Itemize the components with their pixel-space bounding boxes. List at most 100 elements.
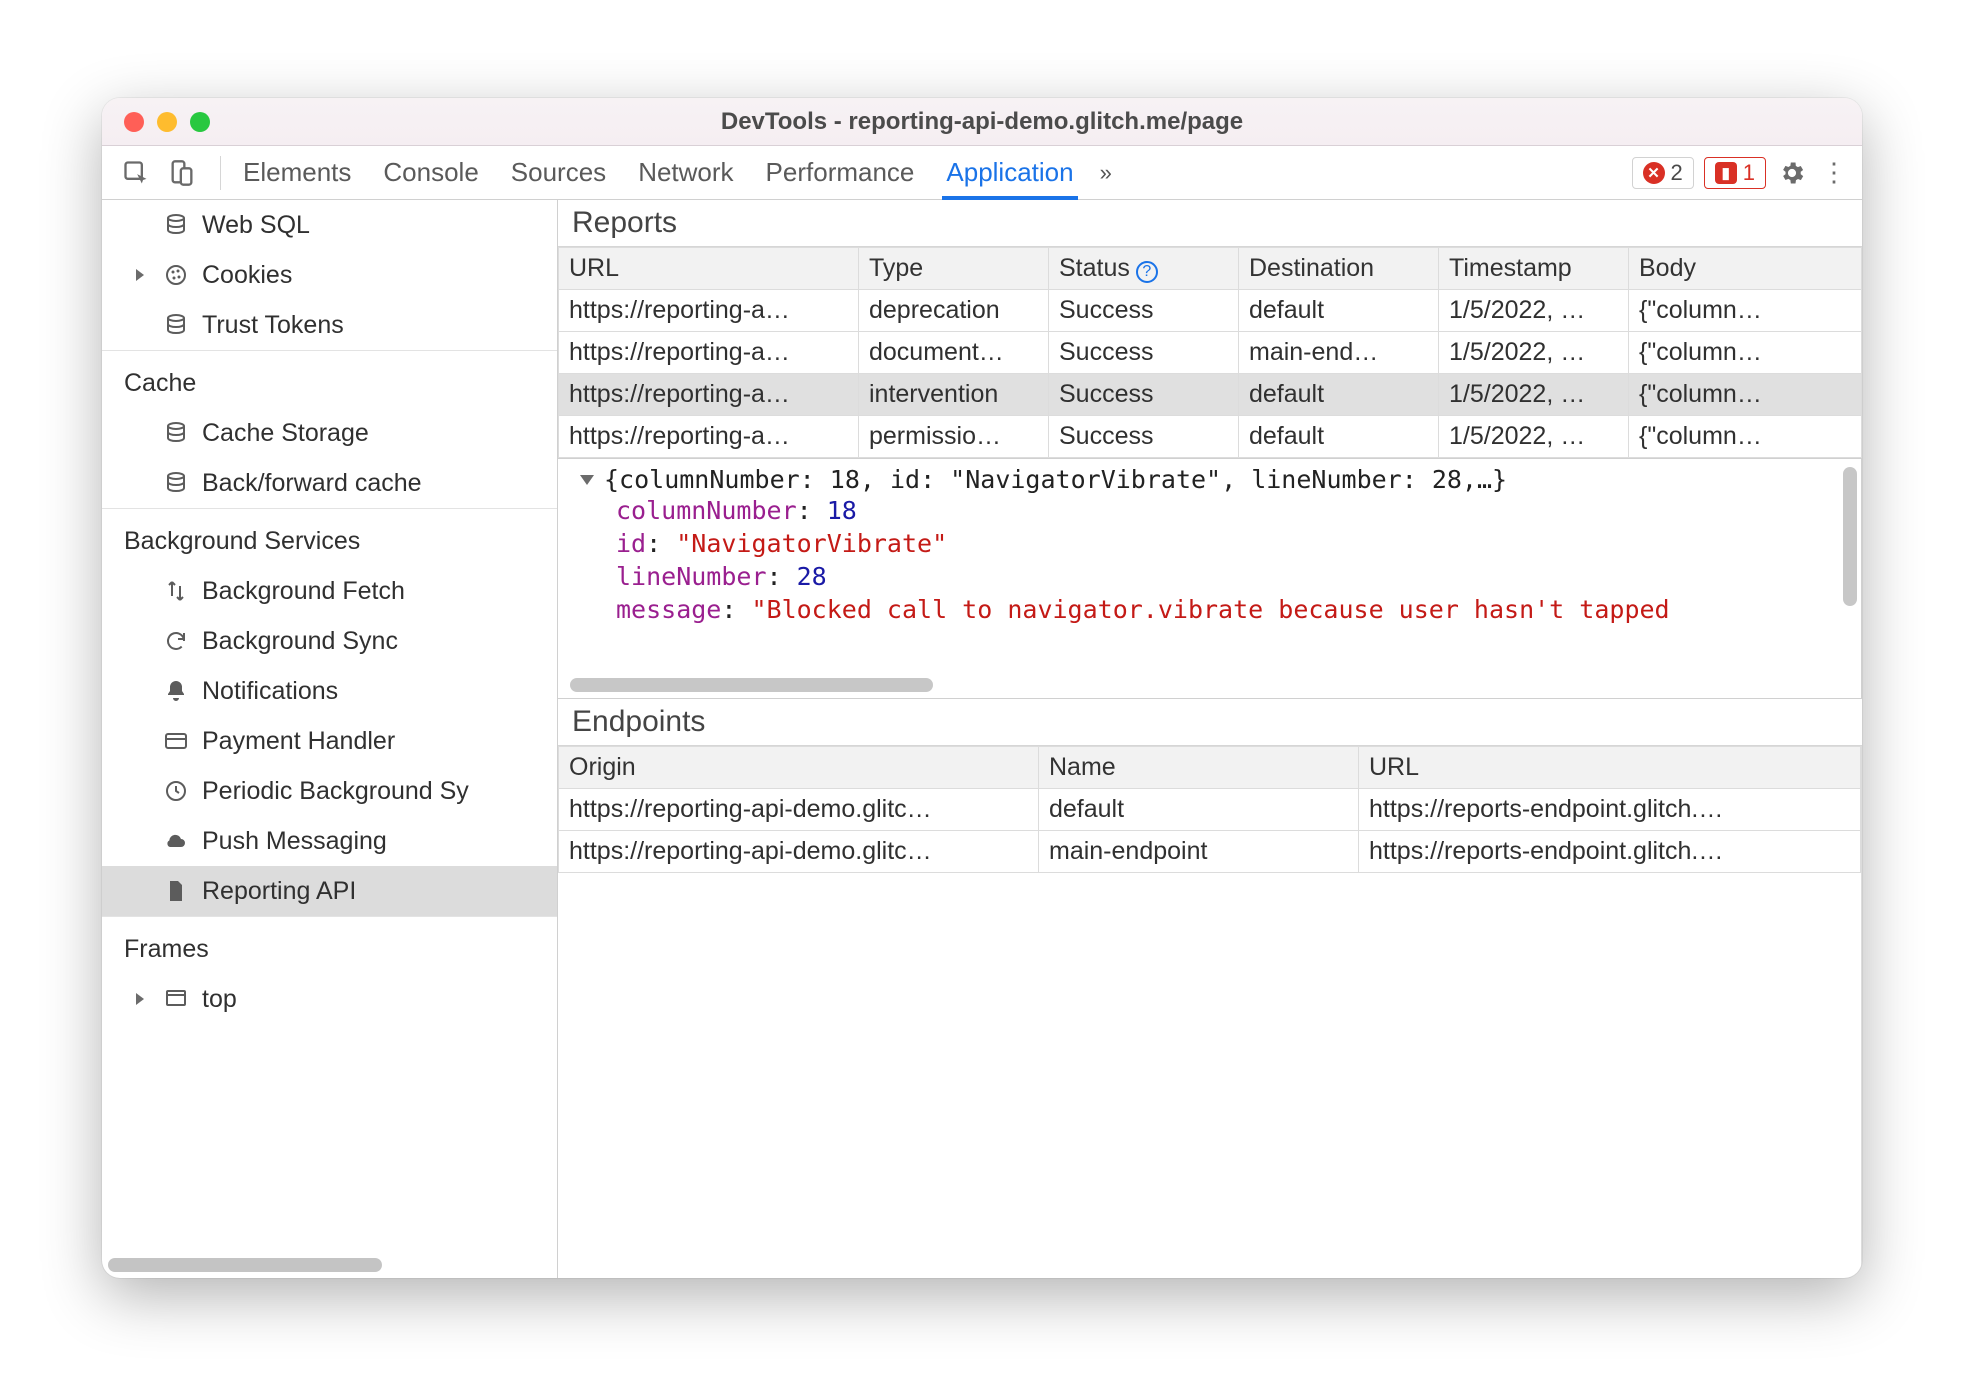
sidebar-item-label: top: [202, 985, 237, 1014]
expand-icon[interactable]: [136, 993, 144, 1005]
sidebar-item-cookies[interactable]: Cookies: [102, 250, 557, 300]
sidebar-item-push[interactable]: Push Messaging: [102, 816, 557, 866]
sidebar-item-payment-handler[interactable]: Payment Handler: [102, 716, 557, 766]
tab-performance[interactable]: Performance: [766, 146, 915, 199]
toolbar-right: ✕ 2 ▮ 1 ⋮: [1632, 157, 1851, 189]
sidebar-item-periodic-sync[interactable]: Periodic Background Sy: [102, 766, 557, 816]
application-sidebar: Web SQL Cookies Trust Tokens Cache: [102, 200, 558, 1278]
table-row[interactable]: https://reporting-a…interventionSuccessd…: [559, 374, 1862, 416]
file-icon: [164, 879, 188, 903]
table-row[interactable]: https://reporting-api-demo.glitc…main-en…: [559, 831, 1861, 873]
content-area: Reports URL Type Status? Destination Tim…: [558, 200, 1862, 1278]
tab-label: Elements: [243, 157, 351, 188]
sync-icon: [164, 629, 188, 653]
cell-ts: 1/5/2022, …: [1439, 290, 1629, 332]
col-type[interactable]: Type: [859, 248, 1049, 290]
device-toggle-icon[interactable]: [166, 157, 198, 189]
database-icon: [164, 471, 188, 495]
cell-ts: 1/5/2022, …: [1439, 374, 1629, 416]
errors-badge[interactable]: ✕ 2: [1632, 157, 1694, 189]
cell-name: main-endpoint: [1039, 831, 1359, 873]
col-ep-url[interactable]: URL: [1359, 747, 1861, 789]
table-row[interactable]: https://reporting-a…permissio…Successdef…: [559, 416, 1862, 458]
inspect-icon[interactable]: [120, 157, 152, 189]
cell-body: {"column…: [1629, 290, 1862, 332]
detail-h-scrollbar[interactable]: [570, 678, 1781, 692]
prop-key: id: [616, 529, 646, 558]
sidebar-item-bg-fetch[interactable]: Background Fetch: [102, 566, 557, 616]
prop-key: message: [616, 595, 721, 624]
card-icon: [164, 729, 188, 753]
table-row[interactable]: https://reporting-a…document…Successmain…: [559, 332, 1862, 374]
frame-icon: [164, 987, 188, 1011]
detail-v-scrollbar[interactable]: [1843, 467, 1857, 672]
settings-icon[interactable]: [1776, 157, 1808, 189]
cell-dest: default: [1239, 416, 1439, 458]
sidebar-item-notifications[interactable]: Notifications: [102, 666, 557, 716]
updown-icon: [164, 579, 188, 603]
sidebar-item-bf-cache[interactable]: Back/forward cache: [102, 458, 557, 508]
tab-sources[interactable]: Sources: [511, 146, 606, 199]
cell-origin: https://reporting-api-demo.glitc…: [559, 789, 1039, 831]
sidebar-item-web-sql[interactable]: Web SQL: [102, 200, 557, 250]
sidebar-item-label: Reporting API: [202, 877, 356, 906]
sidebar-item-bg-sync[interactable]: Background Sync: [102, 616, 557, 666]
col-body[interactable]: Body: [1629, 248, 1862, 290]
sidebar-item-cache-storage[interactable]: Cache Storage: [102, 408, 557, 458]
collapse-icon[interactable]: [580, 475, 594, 485]
col-status[interactable]: Status?: [1049, 248, 1239, 290]
tab-label: Console: [383, 157, 478, 188]
col-timestamp[interactable]: Timestamp: [1439, 248, 1629, 290]
col-name[interactable]: Name: [1039, 747, 1359, 789]
prop-key: columnNumber: [616, 496, 797, 525]
sidebar-item-label: Background Sync: [202, 627, 398, 656]
table-row[interactable]: https://reporting-a…deprecationSuccessde…: [559, 290, 1862, 332]
cell-url: https://reporting-a…: [559, 416, 859, 458]
cell-origin: https://reporting-api-demo.glitc…: [559, 831, 1039, 873]
col-destination[interactable]: Destination: [1239, 248, 1439, 290]
database-icon: [164, 213, 188, 237]
table-row[interactable]: https://reporting-api-demo.glitc…default…: [559, 789, 1861, 831]
endpoints-header-row: Origin Name URL: [559, 747, 1861, 789]
sidebar-section-frames: Frames: [102, 916, 557, 974]
tab-console[interactable]: Console: [383, 146, 478, 199]
sidebar-item-top-frame[interactable]: top: [102, 974, 557, 1024]
tab-application[interactable]: Application: [946, 146, 1073, 199]
database-icon: [164, 313, 188, 337]
cell-body: {"column…: [1629, 416, 1862, 458]
kebab-menu-icon[interactable]: ⋮: [1818, 157, 1850, 189]
cell-status: Success: [1049, 374, 1239, 416]
col-origin[interactable]: Origin: [559, 747, 1039, 789]
sidebar-scrollbar[interactable]: [108, 1258, 529, 1272]
cell-ts: 1/5/2022, …: [1439, 332, 1629, 374]
cell-dest: main-end…: [1239, 332, 1439, 374]
col-url[interactable]: URL: [559, 248, 859, 290]
errors-count: 2: [1671, 160, 1683, 186]
tab-network[interactable]: Network: [638, 146, 733, 199]
cell-name: default: [1039, 789, 1359, 831]
detail-summary: {columnNumber: 18, id: "NavigatorVibrate…: [604, 465, 1507, 494]
cell-type: permissio…: [859, 416, 1049, 458]
prop-value: "NavigatorVibrate": [676, 529, 947, 558]
prop-value: 28: [797, 562, 827, 591]
cell-status: Success: [1049, 332, 1239, 374]
sidebar-item-label: Trust Tokens: [202, 311, 344, 340]
cell-url: https://reporting-a…: [559, 374, 859, 416]
sidebar-item-label: Background Fetch: [202, 577, 405, 606]
more-tabs-icon[interactable]: »: [1100, 160, 1112, 186]
cell-ts: 1/5/2022, …: [1439, 416, 1629, 458]
cookie-icon: [164, 263, 188, 287]
tab-elements[interactable]: Elements: [243, 146, 351, 199]
expand-icon[interactable]: [136, 269, 144, 281]
cell-url: https://reports-endpoint.glitch.…: [1359, 789, 1861, 831]
tab-label: Network: [638, 157, 733, 188]
issues-badge[interactable]: ▮ 1: [1704, 157, 1766, 189]
sidebar-section-cache: Cache: [102, 350, 557, 408]
tab-label: Application: [946, 157, 1073, 188]
sidebar-item-reporting-api[interactable]: Reporting API: [102, 866, 557, 916]
sidebar-item-trust-tokens[interactable]: Trust Tokens: [102, 300, 557, 350]
help-icon[interactable]: ?: [1136, 261, 1158, 283]
endpoints-table: Origin Name URL https://reporting-api-de…: [558, 746, 1861, 873]
endpoints-section: Endpoints Origin Name URL https://report…: [558, 698, 1862, 1278]
detail-summary-row[interactable]: {columnNumber: 18, id: "NavigatorVibrate…: [568, 465, 1851, 494]
